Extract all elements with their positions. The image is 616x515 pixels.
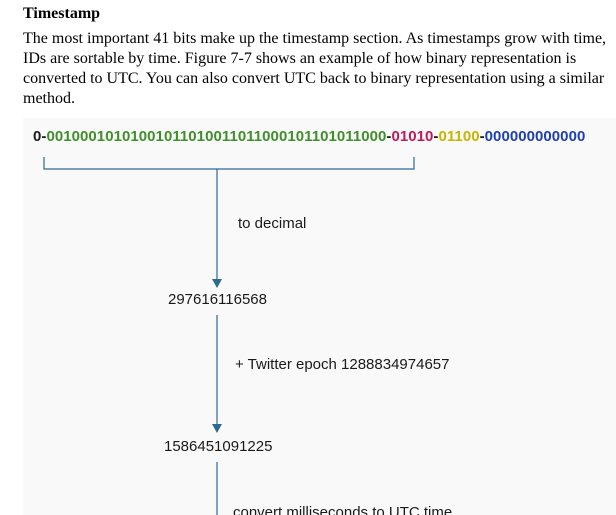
paragraph-line-2: IDs are sortable by time. Figure 7-7 sho… bbox=[23, 50, 577, 67]
step-label-convert-utc: convert milliseconds to UTC time bbox=[233, 504, 453, 515]
timestamp-conversion-diagram: 0-00100010101001011010011011000101101011… bbox=[23, 118, 616, 515]
step-label-add-epoch: + Twitter epoch 1288834974657 bbox=[235, 356, 450, 373]
paragraph-line-4: method. bbox=[23, 90, 75, 107]
arrow-head-icon bbox=[212, 424, 222, 433]
section-title: Timestamp bbox=[23, 5, 101, 22]
diagram-connectors bbox=[43, 157, 415, 515]
document-page: Timestamp The most important 41 bits mak… bbox=[0, 0, 616, 515]
timestamp-bracket bbox=[43, 157, 415, 170]
arrow-head-icon bbox=[212, 279, 222, 288]
paragraph-line-1: The most important 41 bits make up the t… bbox=[23, 30, 607, 47]
epoch-milliseconds-value: 1586451091225 bbox=[164, 438, 273, 455]
decimal-value: 297616116568 bbox=[168, 291, 267, 308]
step-label-to-decimal: to decimal bbox=[238, 215, 307, 232]
paragraph-line-3: converted to UTC. You can also convert U… bbox=[23, 70, 605, 87]
section-paragraph: The most important 41 bits make up the t… bbox=[23, 29, 616, 109]
